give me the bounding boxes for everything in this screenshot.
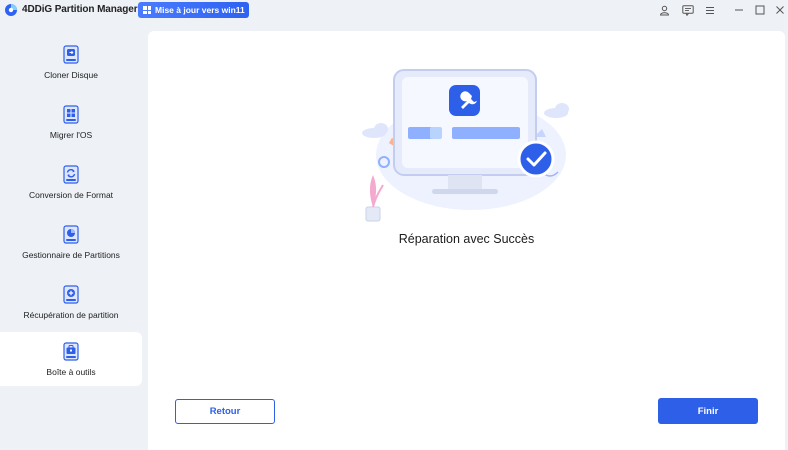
sidebar-item-format-conversion[interactable]: Conversion de Format (0, 155, 142, 209)
sidebar-item-partition-manager[interactable]: Gestionnaire de Partitions (0, 215, 142, 269)
main-panel: Réparation avec Succès Retour Finir (148, 31, 785, 450)
title-bar: 4DDiG Partition Manager Mise à jour vers… (0, 0, 788, 20)
partition-recovery-icon (63, 284, 79, 304)
sidebar-item-migrate-os[interactable]: Migrer l'OS (0, 95, 142, 149)
app-title: 4DDiG Partition Manager (22, 4, 138, 15)
migrate-os-icon (63, 104, 79, 124)
partition-manager-icon (63, 224, 79, 244)
sidebar-item-label: Migrer l'OS (49, 129, 93, 140)
finish-button[interactable]: Finir (658, 398, 758, 424)
menu-icon[interactable] (703, 3, 717, 17)
minimize-icon[interactable] (732, 3, 746, 17)
sidebar-item-toolbox[interactable]: Boîte à outils (0, 332, 142, 386)
back-button[interactable]: Retour (175, 399, 275, 424)
sidebar-item-label: Récupération de partition (23, 309, 119, 320)
success-message: Réparation avec Succès (398, 232, 535, 246)
sidebar-item-clone-disk[interactable]: Cloner Disque (0, 35, 142, 89)
upgrade-label: Mise à jour vers win11 (155, 5, 245, 15)
user-icon[interactable] (657, 3, 671, 17)
sidebar-item-partition-recovery[interactable]: Récupération de partition (0, 275, 142, 329)
repair-success-illustration (362, 69, 569, 222)
clone-disk-icon (63, 44, 79, 64)
feedback-icon[interactable] (681, 3, 695, 17)
sidebar-item-label: Gestionnaire de Partitions (22, 249, 120, 260)
upgrade-win11-button[interactable]: Mise à jour vers win11 (138, 2, 249, 18)
close-icon[interactable] (773, 3, 787, 17)
sidebar-item-label: Cloner Disque (44, 69, 98, 80)
sidebar: Cloner Disque Migrer l'OS Conversion de … (0, 30, 148, 450)
app-logo-icon (5, 4, 17, 16)
format-conversion-icon (63, 164, 79, 184)
sidebar-item-label: Conversion de Format (28, 189, 114, 200)
windows-icon (143, 6, 151, 14)
sidebar-item-label: Boîte à outils (46, 366, 96, 377)
maximize-icon[interactable] (753, 3, 767, 17)
toolbox-icon (63, 341, 79, 361)
